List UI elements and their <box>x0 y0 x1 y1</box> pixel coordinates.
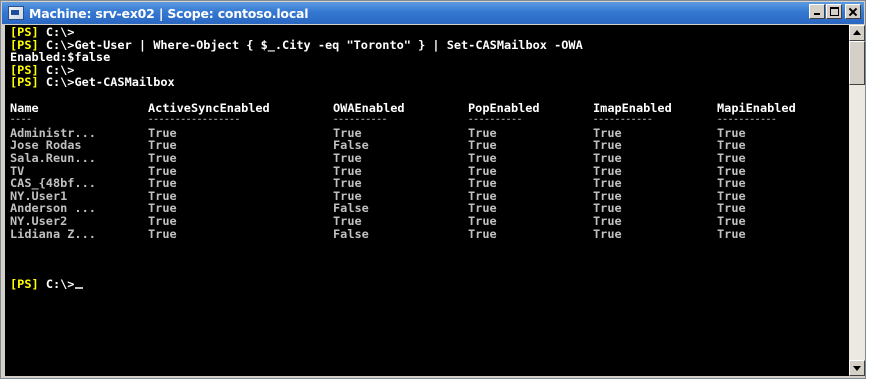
table-row: NY.User2 True True True True True <box>10 215 849 228</box>
table-cell: True <box>717 176 746 191</box>
prompt-tag: [PS] <box>10 75 39 90</box>
table-cell: True <box>468 176 497 191</box>
maximize-button[interactable] <box>826 4 842 19</box>
table-cell: True <box>717 150 746 165</box>
powershell-window: Machine: srv-ex02 | Scope: contoso.local… <box>0 0 866 379</box>
separator: ----------------- <box>148 115 241 126</box>
table-cell: True <box>148 150 177 165</box>
table-cell: True <box>468 150 497 165</box>
scrollbar-thumb[interactable] <box>849 41 865 85</box>
command-text: Get-CASMailbox <box>74 75 175 90</box>
command-text: Get-User | Where-Object { $_.City -eq "T… <box>74 37 583 52</box>
column-header-imap: ImapEnabled <box>593 100 672 115</box>
table-cell: True <box>593 176 622 191</box>
separator: ----------- <box>717 115 777 126</box>
table-row: Lidiana Z... True False True True True <box>10 226 849 241</box>
table-row: CAS_{48bf... True True True True True <box>10 177 849 190</box>
table-cell: CAS_{48bf... <box>10 176 96 191</box>
table-row: Sala.Reun... True True True True True <box>10 152 849 165</box>
table-cell: True <box>333 176 362 191</box>
command-line-wrap: Enabled:$false <box>10 51 849 64</box>
separator: ----------- <box>593 115 653 126</box>
minimize-button[interactable] <box>809 4 825 19</box>
vertical-scrollbar[interactable] <box>849 25 865 376</box>
table-cell: True <box>333 150 362 165</box>
prompt-tag: [PS] <box>10 276 39 291</box>
table-cell: True <box>468 213 497 228</box>
table-cell: True <box>593 226 622 241</box>
table-cell: Lidiana Z... <box>10 226 96 241</box>
current-prompt-line[interactable]: [PS] C:\> <box>10 278 849 291</box>
table-cell: True <box>717 226 746 241</box>
window-title: Machine: srv-ex02 | Scope: contoso.local <box>29 5 309 21</box>
column-header-owa: OWAEnabled <box>333 100 405 115</box>
close-button[interactable] <box>845 4 861 19</box>
separator: ---------- <box>468 115 523 126</box>
column-header-mapi: MapiEnabled <box>717 100 796 115</box>
console-output[interactable]: [PS] C:\> [PS] C:\>Get-User | Where-Obje… <box>5 25 849 376</box>
separator: ---- <box>10 115 32 126</box>
table-cell: False <box>333 226 369 241</box>
table-cell: True <box>148 226 177 241</box>
table-cell: NY.User2 <box>10 213 68 228</box>
separator: ---------- <box>333 115 388 126</box>
powershell-console-icon[interactable] <box>8 6 24 20</box>
table-header-separator: ---- ----------------- ---------- ------… <box>10 114 849 127</box>
command-line: [PS] C:\>Get-CASMailbox <box>10 76 849 89</box>
window-controls <box>809 4 861 19</box>
table-header: Name ActiveSyncEnabled OWAEnabled PopEna… <box>10 100 849 115</box>
table-cell: True <box>593 150 622 165</box>
table-cell: True <box>593 213 622 228</box>
scroll-up-button[interactable] <box>849 25 865 41</box>
column-header-activesync: ActiveSyncEnabled <box>148 100 270 115</box>
table-cell: True <box>148 176 177 191</box>
table-cell: True <box>717 213 746 228</box>
table-cell: Sala.Reun... <box>10 150 96 165</box>
command-line: [PS] C:\>Get-User | Where-Object { $_.Ci… <box>10 37 849 52</box>
text-cursor <box>75 286 84 289</box>
prompt-path: C:\> <box>45 75 75 90</box>
table-cell: True <box>333 213 362 228</box>
table-cell: True <box>148 213 177 228</box>
column-header-pop: PopEnabled <box>468 100 540 115</box>
prompt-path: C:\> <box>45 276 75 291</box>
table-cell: True <box>468 226 497 241</box>
scroll-down-button[interactable] <box>849 360 865 376</box>
title-bar[interactable]: Machine: srv-ex02 | Scope: contoso.local <box>2 2 864 24</box>
column-header-name: Name <box>10 100 39 115</box>
